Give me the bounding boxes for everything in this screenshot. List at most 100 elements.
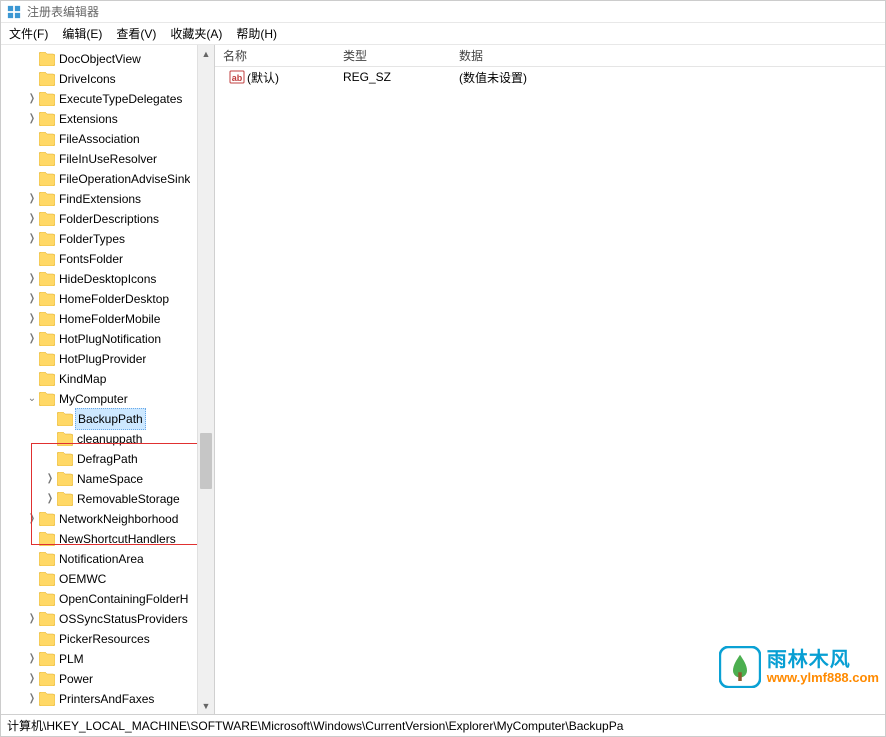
tree-node-label: FileAssociation: [59, 129, 140, 149]
tree-node[interactable]: ❯ Extensions: [1, 109, 214, 129]
tree-node-label: PickerResources: [59, 629, 150, 649]
chevron-right-icon[interactable]: ❯: [27, 269, 37, 289]
list-pane: 名称 类型 数据 ab(默认)REG_SZ(数值未设置) 雨林木风 www.yl…: [215, 45, 885, 714]
tree-node-label: MyComputer: [59, 389, 128, 409]
column-header-name[interactable]: 名称: [215, 47, 335, 64]
tree-node[interactable]: ❯ FolderDescriptions: [1, 209, 214, 229]
scroll-thumb[interactable]: [200, 433, 212, 489]
tree-node-label: HomeFolderDesktop: [59, 289, 169, 309]
tree-node[interactable]: PickerResources: [1, 629, 214, 649]
tree-node-label: NetworkNeighborhood: [59, 509, 178, 529]
registry-tree[interactable]: DocObjectViewDriveIcons❯ExecuteTypeDeleg…: [1, 45, 214, 709]
tree-node[interactable]: ❯ NameSpace: [1, 469, 214, 489]
tree-node[interactable]: ❯ FolderTypes: [1, 229, 214, 249]
tree-node-label: DocObjectView: [59, 49, 141, 69]
tree-node-label: FindExtensions: [59, 189, 141, 209]
scroll-down-button[interactable]: ▼: [198, 697, 214, 714]
tree-node[interactable]: FileAssociation: [1, 129, 214, 149]
chevron-down-icon[interactable]: ⌄: [25, 389, 39, 409]
tree-node-label: HotPlugProvider: [59, 349, 146, 369]
column-header-type[interactable]: 类型: [335, 47, 451, 64]
tree-node-label: FontsFolder: [59, 249, 123, 269]
tree-node[interactable]: ❯ NetworkNeighborhood: [1, 509, 214, 529]
registry-editor-window: 注册表编辑器 文件(F) 编辑(E) 查看(V) 收藏夹(A) 帮助(H) Do…: [0, 0, 886, 737]
tree-node[interactable]: ❯ PrintersAndFaxes: [1, 689, 214, 709]
app-icon: [7, 5, 21, 19]
menu-edit[interactable]: 编辑(E): [62, 25, 102, 42]
tree-node-label: PrintersAndFaxes: [59, 689, 154, 709]
tree-node-label: FolderTypes: [59, 229, 125, 249]
menu-view[interactable]: 查看(V): [116, 25, 156, 42]
tree-node-label: OpenContainingFolderH: [59, 589, 188, 609]
tree-node[interactable]: cleanuppath: [1, 429, 214, 449]
list-header: 名称 类型 数据: [215, 45, 885, 67]
tree-node-label: FolderDescriptions: [59, 209, 159, 229]
tree-scrollbar[interactable]: ▲ ▼: [197, 45, 214, 714]
value-list[interactable]: ab(默认)REG_SZ(数值未设置): [215, 67, 885, 714]
tree-node[interactable]: BackupPath: [1, 409, 214, 429]
menu-bar: 文件(F) 编辑(E) 查看(V) 收藏夹(A) 帮助(H): [1, 23, 885, 45]
tree-node[interactable]: OEMWC: [1, 569, 214, 589]
tree-node-label: NameSpace: [77, 469, 143, 489]
chevron-right-icon[interactable]: ❯: [27, 309, 37, 329]
svg-text:ab: ab: [232, 73, 243, 83]
tree-node-label: HomeFolderMobile: [59, 309, 160, 329]
tree-node-label: DriveIcons: [59, 69, 116, 89]
tree-node[interactable]: DriveIcons: [1, 69, 214, 89]
tree-node-label: OEMWC: [59, 569, 106, 589]
chevron-right-icon[interactable]: ❯: [27, 89, 37, 109]
chevron-right-icon[interactable]: ❯: [27, 669, 37, 689]
tree-node[interactable]: FileOperationAdviseSink: [1, 169, 214, 189]
tree-node[interactable]: HotPlugProvider: [1, 349, 214, 369]
chevron-right-icon[interactable]: ❯: [27, 189, 37, 209]
tree-node[interactable]: ❯HotPlugNotification: [1, 329, 214, 349]
chevron-right-icon[interactable]: ❯: [27, 509, 37, 529]
tree-node[interactable]: DefragPath: [1, 449, 214, 469]
chevron-right-icon[interactable]: ❯: [27, 289, 37, 309]
tree-node[interactable]: NotificationArea: [1, 549, 214, 569]
scroll-up-button[interactable]: ▲: [198, 45, 214, 62]
chevron-right-icon[interactable]: ❯: [45, 489, 55, 509]
tree-node[interactable]: ❯ HomeFolderMobile: [1, 309, 214, 329]
tree-node[interactable]: ❯ RemovableStorage: [1, 489, 214, 509]
tree-node[interactable]: ❯ OSSyncStatusProviders: [1, 609, 214, 629]
tree-node-label: HideDesktopIcons: [59, 269, 156, 289]
menu-file[interactable]: 文件(F): [9, 25, 48, 42]
chevron-right-icon[interactable]: ❯: [27, 209, 37, 229]
column-header-data[interactable]: 数据: [451, 47, 885, 64]
tree-node-label: cleanuppath: [77, 429, 142, 449]
menu-help[interactable]: 帮助(H): [236, 25, 277, 42]
tree-node-label: RemovableStorage: [77, 489, 180, 509]
chevron-right-icon[interactable]: ❯: [27, 109, 37, 129]
chevron-right-icon[interactable]: ❯: [27, 649, 37, 669]
chevron-right-icon[interactable]: ❯: [27, 229, 37, 249]
tree-node[interactable]: ❯ HideDesktopIcons: [1, 269, 214, 289]
tree-node[interactable]: NewShortcutHandlers: [1, 529, 214, 549]
tree-node[interactable]: KindMap: [1, 369, 214, 389]
chevron-right-icon[interactable]: ❯: [27, 689, 37, 709]
status-bar: 计算机\HKEY_LOCAL_MACHINE\SOFTWARE\Microsof…: [1, 714, 885, 736]
tree-node[interactable]: FileInUseResolver: [1, 149, 214, 169]
tree-pane: DocObjectViewDriveIcons❯ExecuteTypeDeleg…: [1, 45, 215, 714]
value-type: REG_SZ: [335, 70, 451, 84]
value-row[interactable]: ab(默认)REG_SZ(数值未设置): [215, 67, 885, 87]
tree-node[interactable]: ❯ FindExtensions: [1, 189, 214, 209]
app-title: 注册表编辑器: [27, 3, 99, 20]
tree-node[interactable]: ❯ HomeFolderDesktop: [1, 289, 214, 309]
tree-node[interactable]: ❯ExecuteTypeDelegates: [1, 89, 214, 109]
tree-node[interactable]: ❯ PLM: [1, 649, 214, 669]
content-area: DocObjectViewDriveIcons❯ExecuteTypeDeleg…: [1, 45, 885, 714]
tree-node[interactable]: OpenContainingFolderH: [1, 589, 214, 609]
tree-node[interactable]: ❯Power: [1, 669, 214, 689]
tree-node[interactable]: DocObjectView: [1, 49, 214, 69]
menu-favorites[interactable]: 收藏夹(A): [170, 25, 222, 42]
tree-node-label: FileOperationAdviseSink: [59, 169, 190, 189]
tree-node[interactable]: ⌄ MyComputer: [1, 389, 214, 409]
tree-node-label: Extensions: [59, 109, 118, 129]
chevron-right-icon[interactable]: ❯: [27, 609, 37, 629]
chevron-right-icon[interactable]: ❯: [45, 469, 55, 489]
tree-node-label: OSSyncStatusProviders: [59, 609, 188, 629]
chevron-right-icon[interactable]: ❯: [27, 329, 37, 349]
tree-node-label: PLM: [59, 649, 84, 669]
tree-node[interactable]: FontsFolder: [1, 249, 214, 269]
